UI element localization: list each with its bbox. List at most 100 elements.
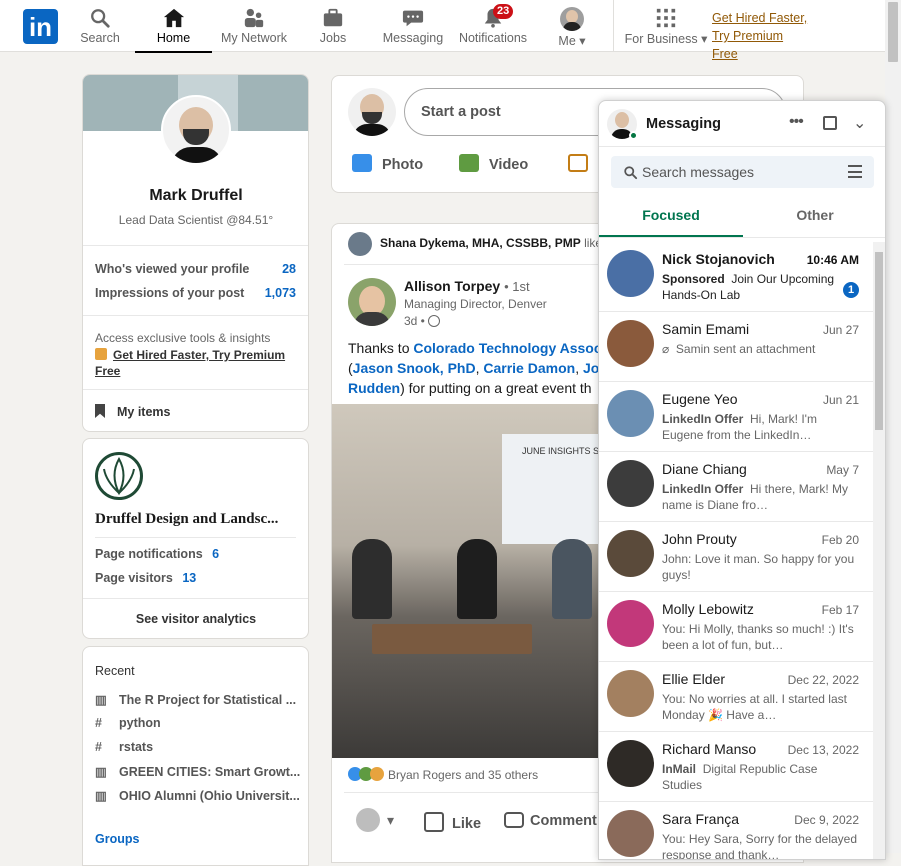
photo-button[interactable]: Photo <box>352 154 423 173</box>
nav-my-network-label: My Network <box>221 31 287 45</box>
page-scrollbar[interactable] <box>885 0 901 853</box>
company-card: Druffel Design and Landsc... Page notifi… <box>82 438 309 639</box>
conversation-item[interactable]: John Prouty Feb 20 John: Love it man. So… <box>599 522 873 592</box>
profile-avatar[interactable] <box>161 95 231 165</box>
premium-promo-link[interactable]: Get Hired Faster, Try Premium Free <box>95 347 300 379</box>
conversation-name: Diane Chiang <box>662 461 747 477</box>
conversation-item[interactable]: Eugene Yeo Jun 21 LinkedIn Offer Hi, Mar… <box>599 382 873 452</box>
like-button[interactable]: Like <box>424 812 481 832</box>
profile-views-label[interactable]: Who's viewed your profile <box>95 262 249 276</box>
premium-link[interactable]: Get Hired Faster, Try Premium Free <box>712 9 812 63</box>
conversation-date: May 7 <box>826 463 859 477</box>
nav-notifications[interactable]: 23 Notifications <box>456 0 530 52</box>
conversation-item[interactable]: Sara França Dec 9, 2022 You: Hey Sara, S… <box>599 802 873 860</box>
compose-icon[interactable] <box>823 116 837 130</box>
author-avatar[interactable] <box>348 278 396 326</box>
video-button[interactable]: Video <box>459 154 528 173</box>
conversation-item[interactable]: Nick Stojanovich 10:46 AM Sponsored Join… <box>599 242 873 312</box>
globe-icon <box>428 315 441 327</box>
conversation-item[interactable]: Diane Chiang May 7 LinkedIn Offer Hi the… <box>599 452 873 522</box>
linkedin-logo[interactable]: in <box>23 9 58 44</box>
recent-item[interactable]: # python <box>95 716 161 730</box>
conversation-date: Dec 22, 2022 <box>787 673 859 687</box>
nav-separator <box>613 0 614 52</box>
search-messages-input[interactable]: Search messages <box>611 156 874 188</box>
author-title: Managing Director, Denver <box>404 297 547 311</box>
recent-item[interactable]: ▥ The R Project for Statistical ... <box>95 692 296 707</box>
mention-link[interactable]: Carrie Damon <box>483 360 575 376</box>
conversation-item[interactable]: Richard Manso Dec 13, 2022 InMail Digita… <box>599 732 873 802</box>
nav-home[interactable]: Home <box>135 0 212 53</box>
tab-other[interactable]: Other <box>743 197 885 237</box>
premium-square-icon <box>95 348 107 360</box>
nav-messaging-label: Messaging <box>382 31 444 45</box>
filter-icon[interactable] <box>848 165 862 178</box>
profile-views-value[interactable]: 28 <box>282 262 296 276</box>
conversation-item[interactable]: Samin Emami Jun 27 ⌀ Samin sent an attac… <box>599 312 873 382</box>
mention-link[interactable]: Colorado Technology Associ <box>413 340 605 356</box>
conversation-date: Feb 20 <box>821 533 859 547</box>
conversation-preview: You: No worries at all. I started last M… <box>662 692 847 722</box>
react-as-avatar[interactable] <box>356 808 380 832</box>
share-avatar[interactable] <box>348 88 396 136</box>
video-icon <box>459 154 479 172</box>
conversation-avatar <box>607 810 654 857</box>
reactions-summary[interactable]: Bryan Rogers and 35 others <box>348 767 538 782</box>
conversation-item[interactable]: Ellie Elder Dec 22, 2022 You: No worries… <box>599 662 873 732</box>
conversation-preview: You: Hey Sara, Sorry for the delayed res… <box>662 832 857 860</box>
post-impressions-label[interactable]: Impressions of your post <box>95 286 244 300</box>
chevron-down-icon[interactable]: ⌄ <box>853 113 866 133</box>
liker-avatar[interactable] <box>348 232 372 256</box>
conversation-avatar <box>607 530 654 577</box>
messaging-scrollbar-thumb[interactable] <box>875 252 883 430</box>
nav-me-label: Me ▾ <box>558 34 586 48</box>
profile-name[interactable]: Mark Druffel <box>83 187 308 205</box>
chevron-down-icon[interactable]: ▾ <box>387 812 394 829</box>
comment-button[interactable]: Comment <box>504 812 597 829</box>
conversation-name: Sara França <box>662 811 740 827</box>
tab-focused[interactable]: Focused <box>599 197 743 237</box>
post-impressions-value[interactable]: 1,073 <box>265 286 296 300</box>
post-author[interactable]: Allison Torpey • 1st <box>404 278 530 294</box>
conversation-name: Molly Lebowitz <box>662 601 754 617</box>
mention-link[interactable]: Jason Snook, PhD <box>353 360 476 376</box>
conversation-avatar <box>607 670 654 717</box>
person-silhouette <box>352 539 392 619</box>
premium-promo-text: Access exclusive tools & insights <box>95 331 271 345</box>
conversation-item[interactable]: Molly Lebowitz Feb 17 You: Hi Molly, tha… <box>599 592 873 662</box>
bookmark-icon <box>95 404 105 418</box>
liker-name[interactable]: Shana Dykema, MHA, CSSBB, PMP <box>380 236 581 250</box>
company-logo[interactable] <box>95 452 143 500</box>
nav-my-network[interactable]: My Network <box>218 0 290 52</box>
messaging-scrollbar[interactable] <box>873 242 885 859</box>
profile-headline: Lead Data Scientist @84.51° <box>118 213 274 227</box>
nav-messaging[interactable]: Messaging <box>381 0 445 52</box>
nav-jobs[interactable]: Jobs <box>313 0 353 52</box>
my-items-link[interactable]: My items <box>95 404 171 419</box>
post-image[interactable]: JUNE INSIGHTS S <box>332 404 603 758</box>
page-scrollbar-thumb[interactable] <box>888 2 898 62</box>
person-silhouette <box>552 539 592 619</box>
recent-item[interactable]: # rstats <box>95 740 153 754</box>
more-options-icon[interactable]: ••• <box>789 113 804 131</box>
page-notifications-label[interactable]: Page notifications 6 <box>95 547 219 561</box>
nav-me[interactable]: Me ▾ <box>553 0 591 52</box>
chat-bubble-icon <box>402 10 424 27</box>
conversation-preview: Sponsored Join Our Upcoming Hands-On Lab <box>662 272 835 302</box>
person-silhouette <box>457 539 497 619</box>
messaging-header[interactable]: Messaging ••• ⌄ <box>599 101 885 147</box>
recent-item[interactable]: ▥ GREEN CITIES: Smart Growt... <box>95 764 300 779</box>
recent-item[interactable]: ▥ OHIO Alumni (Ohio Universit... <box>95 788 300 803</box>
online-status-dot <box>629 131 638 140</box>
company-name[interactable]: Druffel Design and Landsc... <box>95 511 278 528</box>
mention-link[interactable]: Rudden <box>348 380 400 396</box>
page-visitors-label[interactable]: Page visitors 13 <box>95 571 196 585</box>
post-time: 3d • <box>404 314 441 328</box>
event-button[interactable] <box>568 154 598 173</box>
nav-search[interactable]: Search <box>80 0 120 52</box>
conversation-avatar <box>607 250 654 297</box>
groups-link[interactable]: Groups <box>95 832 139 846</box>
nav-for-business[interactable]: For Business ▾ <box>622 0 710 52</box>
see-visitor-analytics-link[interactable]: See visitor analytics <box>83 612 308 626</box>
screen-title: JUNE INSIGHTS S <box>522 446 600 456</box>
